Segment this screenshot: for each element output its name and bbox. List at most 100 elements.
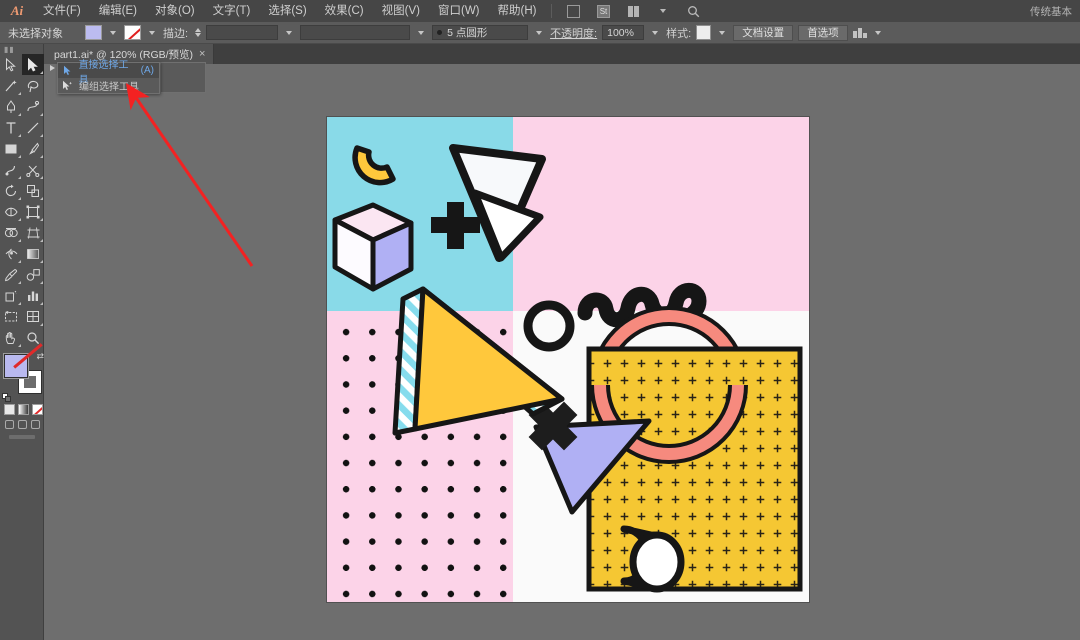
opacity-chevron-down-icon[interactable]	[652, 30, 659, 35]
brush-chevron-down-icon[interactable]	[536, 30, 543, 35]
menu-object[interactable]: 对象(O)	[146, 0, 204, 22]
group-selection-icon	[61, 80, 75, 91]
stroke-weight-chevron-down-icon[interactable]	[286, 30, 293, 35]
arrange-documents-icon[interactable]	[622, 3, 644, 19]
tool-blend[interactable]	[22, 264, 44, 285]
tool-scale[interactable]	[22, 180, 44, 201]
flyout-direct-selection[interactable]: 直接选择工具 (A)	[58, 60, 159, 86]
swap-fill-stroke-icon[interactable]: ⇄	[36, 351, 44, 362]
workspace-switcher[interactable]: 传统基本	[1030, 4, 1072, 19]
document-tab-bar: part1.ai* @ 120% (RGB/预览) ×	[44, 44, 1080, 64]
tool-line-segment[interactable]	[22, 117, 44, 138]
tool-symbol-sprayer[interactable]	[0, 285, 22, 306]
flyout-group-selection[interactable]: 编组选择工具	[58, 78, 159, 93]
polka-dot-pattern	[327, 311, 513, 602]
brush-preview-icon	[437, 30, 443, 35]
style-chevron-down-icon[interactable]	[719, 30, 726, 35]
tool-rotate[interactable]	[0, 180, 22, 201]
default-fill-stroke-icon[interactable]	[2, 393, 11, 402]
menu-effect[interactable]: 效果(C)	[316, 0, 373, 22]
full-screen-menubar-icon[interactable]	[18, 420, 27, 429]
stock-icon[interactable]: St	[592, 3, 614, 19]
document-setup-button[interactable]: 文档设置	[733, 24, 794, 41]
triangle-right-icon	[50, 65, 55, 71]
stroke-weight-stepper[interactable]	[195, 28, 202, 37]
panel-grip[interactable]: ▮▮	[0, 44, 43, 54]
brush-definition-label: 5 点圆形	[447, 26, 488, 39]
color-mode-buttons	[4, 404, 43, 415]
flyout-direct-selection-shortcut: (A)	[140, 65, 154, 76]
tool-paintbrush[interactable]	[22, 138, 44, 159]
opacity-field[interactable]: 100%	[602, 25, 645, 40]
tool-shape-builder[interactable]	[0, 222, 22, 243]
tool-scissors[interactable]	[22, 159, 44, 180]
brush-definition-field[interactable]: 5 点圆形	[432, 25, 529, 40]
quadrant-bottom-right	[513, 311, 809, 602]
tool-hand[interactable]	[0, 327, 22, 348]
tool-free-transform[interactable]	[22, 201, 44, 222]
gradient-mode-icon[interactable]	[18, 404, 29, 415]
control-bar: 未选择对象 描边: 5 点圆形 不透明度: 100% 样式: 文档设置 首选项	[0, 22, 1080, 44]
close-icon[interactable]: ×	[199, 49, 205, 60]
full-screen-icon[interactable]	[31, 420, 40, 429]
tool-column-graph[interactable]	[22, 285, 44, 306]
illustrator-window: Ai 文件(F) 编辑(E) 对象(O) 文字(T) 选择(S) 效果(C) 视…	[0, 0, 1080, 640]
tool-mesh[interactable]	[0, 243, 22, 264]
tool-direct-selection[interactable]	[22, 54, 44, 75]
tool-selection[interactable]	[0, 54, 22, 75]
align-chevron-down-icon[interactable]	[874, 30, 881, 35]
stroke-profile-field[interactable]	[300, 25, 411, 40]
tool-magic-wand[interactable]	[0, 75, 22, 96]
tool-pen[interactable]	[0, 96, 22, 117]
quadrant-bottom-left	[327, 311, 513, 602]
stroke-swatch[interactable]	[124, 25, 141, 40]
stroke-weight-label: 描边:	[163, 27, 189, 40]
selection-status: 未选择对象	[8, 27, 63, 40]
tool-flyout-tearoff[interactable]	[160, 62, 206, 93]
tool-slice[interactable]	[22, 306, 44, 327]
menu-window[interactable]: 窗口(W)	[429, 0, 489, 22]
tools-panel: ▮▮ ⇄	[0, 44, 44, 640]
panel-resize-handle[interactable]	[8, 435, 35, 439]
screen-mode-buttons	[5, 420, 43, 429]
menu-view[interactable]: 视图(V)	[373, 0, 429, 22]
color-mode-icon[interactable]	[4, 404, 15, 415]
stroke-profile-chevron-down-icon[interactable]	[418, 30, 425, 35]
menu-select[interactable]: 选择(S)	[259, 0, 315, 22]
stroke-weight-field[interactable]	[206, 25, 279, 40]
artboard[interactable]	[327, 117, 809, 602]
opacity-label[interactable]: 不透明度:	[550, 25, 597, 41]
tool-width[interactable]	[0, 201, 22, 222]
stroke-chevron-down-icon[interactable]	[149, 30, 155, 35]
tool-gradient[interactable]	[22, 243, 44, 264]
menu-help[interactable]: 帮助(H)	[489, 0, 546, 22]
fill-swatch[interactable]	[85, 25, 102, 40]
document-canvas[interactable]	[44, 64, 1080, 640]
graphic-style-swatch[interactable]	[696, 25, 712, 40]
search-icon[interactable]	[682, 3, 704, 19]
tool-eyedropper[interactable]	[0, 264, 22, 285]
style-label: 样式:	[666, 27, 692, 40]
normal-screen-icon[interactable]	[5, 420, 14, 429]
tool-rectangle[interactable]	[0, 138, 22, 159]
fill-chevron-down-icon[interactable]	[110, 30, 116, 35]
bridge-icon[interactable]	[562, 3, 584, 19]
tool-curvature[interactable]	[22, 96, 44, 117]
tool-pencil[interactable]	[0, 159, 22, 180]
tool-type[interactable]	[0, 117, 22, 138]
menu-type[interactable]: 文字(T)	[204, 0, 260, 22]
menu-edit[interactable]: 编辑(E)	[90, 0, 146, 22]
quadrant-top-right	[513, 117, 809, 311]
tool-flyout-corner-icon	[40, 71, 43, 74]
menu-bar: Ai 文件(F) 编辑(E) 对象(O) 文字(T) 选择(S) 效果(C) 视…	[0, 0, 1080, 22]
tool-artboard[interactable]	[0, 306, 22, 327]
tool-lasso[interactable]	[22, 75, 44, 96]
menu-file[interactable]: 文件(F)	[34, 0, 90, 22]
chevron-down-icon[interactable]	[652, 3, 674, 19]
none-mode-icon[interactable]	[32, 404, 43, 415]
align-icon[interactable]	[852, 27, 867, 38]
preferences-button[interactable]: 首选项	[798, 24, 848, 41]
tools-grid	[0, 54, 44, 348]
tool-perspective-grid[interactable]	[22, 222, 44, 243]
quadrant-top-left	[327, 117, 513, 311]
